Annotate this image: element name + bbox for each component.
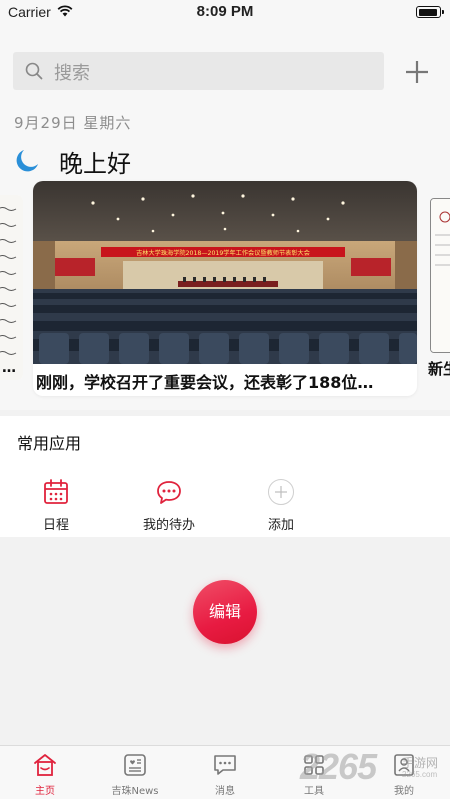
news-card-next-caption: 新生 xyxy=(428,360,450,378)
app-schedule-label: 日程 xyxy=(42,518,69,533)
chat-bubble-icon xyxy=(157,481,181,504)
app-add-label: 添加 xyxy=(267,518,294,533)
greeting-text: 晚上好 xyxy=(59,150,131,178)
calendar-icon xyxy=(44,479,68,504)
search-input[interactable]: 搜索 xyxy=(13,52,384,90)
banner-text: 吉林大学珠海学院2018—2019学年工作会议暨教师节表彰大会 xyxy=(136,249,310,257)
news-card-main[interactable]: 吉林大学珠海学院2018—2019学年工作会议暨教师节表彰大会 刚刚，学校召开了… xyxy=(33,181,417,396)
tab-messages[interactable]: 消息 xyxy=(189,752,261,797)
tab-home-label: 主页 xyxy=(35,786,55,797)
watermark-domain: 手游网 xyxy=(402,756,439,770)
tab-news-label: 吉珠News xyxy=(111,786,159,797)
add-circle-icon xyxy=(268,479,294,505)
tab-news[interactable]: 吉珠News xyxy=(99,752,171,797)
app-my-todo[interactable]: 我的待办 xyxy=(129,478,209,533)
news-card-next[interactable] xyxy=(430,198,450,353)
app-add[interactable]: 添加 xyxy=(241,478,321,533)
document-image xyxy=(431,199,450,352)
battery-icon xyxy=(416,6,444,18)
site-watermark: 2265 手游网 2265.com xyxy=(298,746,450,788)
date-label: 9月29日 星期六 xyxy=(14,114,132,132)
app-my-todo-label: 我的待办 xyxy=(142,518,195,533)
search-placeholder: 搜索 xyxy=(54,63,90,84)
common-apps-section: 常用应用 日程 我的待办 添加 xyxy=(0,416,450,537)
tab-messages-label: 消息 xyxy=(215,786,235,797)
plus-icon[interactable] xyxy=(404,59,430,85)
message-icon xyxy=(214,755,236,775)
moon-icon xyxy=(16,150,38,172)
search-icon xyxy=(25,62,43,80)
news-card-caption: 刚刚，学校召开了重要会议，还表彰了188位… xyxy=(36,373,374,392)
auditorium-photo: 吉林大学珠海学院2018—2019学年工作会议暨教师节表彰大会 xyxy=(33,181,417,364)
news-icon xyxy=(124,754,146,776)
home-icon xyxy=(34,754,56,776)
news-card-previous[interactable] xyxy=(0,195,23,380)
news-card-previous-caption: … xyxy=(2,360,16,376)
watermark-url: 2265.com xyxy=(402,770,438,779)
common-apps-title: 常用应用 xyxy=(17,434,82,453)
app-schedule[interactable]: 日程 xyxy=(16,478,96,533)
status-time: 8:09 PM xyxy=(196,3,254,20)
edit-button[interactable]: 编辑 xyxy=(193,580,257,644)
status-bar: Carrier 8:09 PM xyxy=(0,0,450,24)
watermark-number: 2265 xyxy=(300,746,377,787)
handwritten-note-image xyxy=(0,195,23,380)
tab-home[interactable]: 主页 xyxy=(9,752,81,797)
